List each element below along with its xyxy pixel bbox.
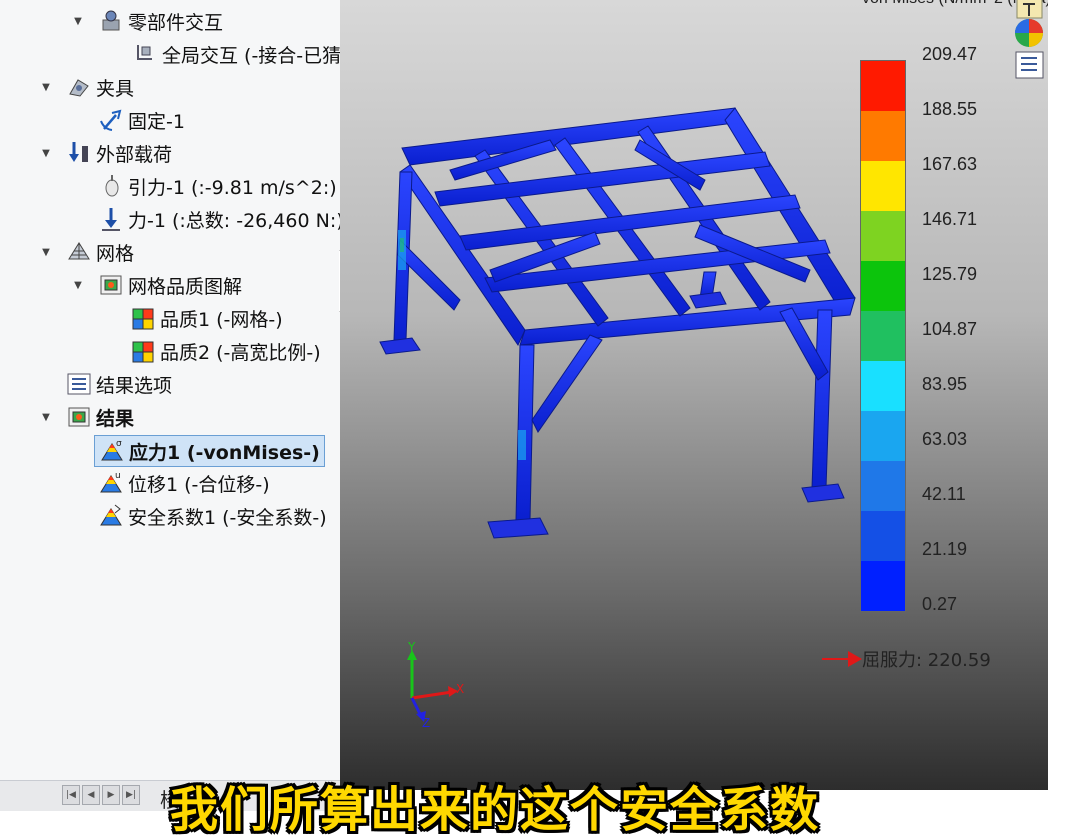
tree-item-label: 品质2 (-高宽比例-)	[160, 341, 321, 364]
next-tab-icon[interactable]: ▶	[102, 785, 120, 805]
first-tab-icon[interactable]: |◀	[62, 785, 80, 805]
tree-item-label: 引力-1 (:-9.81 m/s^2:)	[128, 176, 337, 199]
quality-plot-icon	[130, 305, 156, 331]
quality-plot-icon	[130, 338, 156, 364]
prev-tab-icon[interactable]: ◀	[82, 785, 100, 805]
tree-item-external-loads[interactable]: 外部载荷	[66, 138, 172, 168]
collapse-toggle-icon[interactable]: ▼	[40, 138, 52, 168]
results-folder-icon	[66, 404, 92, 430]
tree-item-label: 夹具	[96, 77, 135, 100]
orientation-triad	[407, 650, 458, 722]
tree-item-quality-2[interactable]: 品质2 (-高宽比例-)	[130, 336, 321, 366]
fixture-icon	[66, 74, 92, 100]
legend-color-band	[861, 211, 905, 261]
right-toolbar-strip	[1048, 0, 1080, 810]
tree-item-force-1[interactable]: 力-1 (:总数: -26,460 N:)	[98, 204, 341, 234]
collapse-toggle-icon[interactable]: ▼	[72, 270, 84, 300]
legend-color-band	[861, 461, 905, 511]
tree-item-label: 位移1 (-合位移-)	[128, 473, 270, 496]
component-interaction-icon	[98, 8, 124, 34]
tree-item-label: 全局交互 (-接合-已猜	[162, 44, 341, 67]
tree-item-results[interactable]: 结果	[66, 402, 134, 432]
legend-value-label: 125.79	[922, 264, 978, 284]
external-loads-icon	[66, 140, 92, 166]
tree-item-label: 安全系数1 (-安全系数-)	[128, 506, 327, 529]
stress-plot-icon: σ	[99, 438, 125, 464]
tree-item-label: 外部载荷	[96, 143, 173, 166]
mesh-icon	[66, 239, 92, 265]
fixed-anchor-icon	[98, 107, 124, 133]
simulation-study-tree: ▼ 零部件交互 全局交互 (-接合-已猜 ▼ 夹具 固定-1 ▼ 外部载荷 引力…	[0, 0, 341, 810]
legend-value-label: 188.55	[922, 99, 978, 119]
collapse-toggle-icon[interactable]: ▼	[72, 6, 84, 36]
legend-color-band	[861, 411, 905, 461]
legend-value-label: 146.71	[922, 209, 978, 229]
tree-item-label: 网格品质图解	[128, 275, 243, 298]
svg-text:σ: σ	[116, 439, 122, 449]
appearance-sphere-icon[interactable]	[1013, 16, 1046, 47]
tree-item-result-options[interactable]: 结果选项	[66, 369, 172, 399]
tree-item-quality-1[interactable]: 品质1 (-网格-)	[130, 303, 283, 333]
tree-item-component-interactions[interactable]: 零部件交互	[98, 6, 223, 36]
legend-color-band	[861, 561, 905, 611]
gravity-icon	[98, 173, 124, 199]
tree-item-fixtures[interactable]: 夹具	[66, 72, 134, 102]
display-manager-icon[interactable]	[1013, 50, 1046, 80]
svg-text:u: u	[115, 471, 121, 481]
tree-item-label: 零部件交互	[128, 11, 224, 34]
global-interaction-icon	[132, 41, 158, 67]
video-subtitle: 我们所算出来的这个安全系数	[170, 782, 821, 838]
legend-color-band	[861, 511, 905, 561]
last-tab-icon[interactable]: ▶|	[122, 785, 140, 805]
collapse-toggle-icon[interactable]: ▼	[40, 402, 52, 432]
legend-value-label: 209.47	[922, 44, 978, 64]
tree-item-label: 力-1 (:总数: -26,460 N:)	[128, 209, 341, 232]
legend-color-band	[861, 311, 905, 361]
tree-item-fixed-1[interactable]: 固定-1	[98, 105, 185, 135]
force-arrow-icon	[98, 206, 124, 232]
safety-factor-icon	[98, 503, 124, 529]
tree-item-safety-factor-1[interactable]: 安全系数1 (-安全系数-)	[98, 501, 327, 531]
collapse-toggle-icon[interactable]: ▼	[40, 237, 52, 267]
legend-value-label: 0.27	[922, 594, 958, 614]
legend-value-label: 104.87	[922, 319, 978, 339]
tree-item-label: 结果	[96, 407, 135, 430]
legend-value-label: 42.11	[922, 484, 966, 504]
axis-y-label: Y	[408, 640, 416, 654]
axis-x-label: X	[456, 682, 465, 696]
legend-value-label: 63.03	[922, 429, 968, 449]
tree-item-label: 固定-1	[128, 110, 185, 133]
legend-value-label: 21.19	[922, 539, 968, 559]
legend-color-band	[861, 161, 905, 211]
tree-item-mesh-quality-plot[interactable]: 网格品质图解	[98, 270, 242, 300]
result-options-icon	[66, 371, 92, 397]
tree-item-mesh[interactable]: 网格	[66, 237, 134, 267]
mesh-quality-plot-icon	[98, 272, 124, 298]
legend-colorbar	[860, 60, 906, 612]
legend-value-label: 167.63	[922, 154, 978, 174]
tree-item-label: 网格	[96, 242, 135, 265]
tree-item-stress-1[interactable]: σ 应力1 (-vonMises-)	[94, 435, 325, 467]
tree-item-displacement-1[interactable]: u 位移1 (-合位移-)	[98, 468, 270, 498]
displacement-plot-icon: u	[98, 470, 124, 496]
legend-color-band	[861, 111, 905, 161]
tree-item-gravity-1[interactable]: 引力-1 (:-9.81 m/s^2:)	[98, 171, 337, 201]
legend-color-band	[861, 361, 905, 411]
axis-z-label: Z	[422, 716, 431, 730]
collapse-toggle-icon[interactable]: ▼	[40, 72, 52, 102]
legend-color-band	[861, 261, 905, 311]
red-arrow-icon	[822, 646, 862, 672]
yield-strength-indicator: 屈服力: 220.59	[822, 646, 991, 672]
tree-item-label: 结果选项	[96, 374, 173, 397]
legend-color-band	[861, 61, 905, 111]
tree-item-label: 品质1 (-网格-)	[160, 308, 283, 331]
yield-strength-label: 屈服力: 220.59	[862, 650, 991, 671]
tree-item-global-interaction[interactable]: 全局交互 (-接合-已猜	[132, 39, 341, 69]
legend-value-label: 83.95	[922, 374, 968, 394]
tree-item-label: 应力1 (-vonMises-)	[129, 441, 320, 464]
